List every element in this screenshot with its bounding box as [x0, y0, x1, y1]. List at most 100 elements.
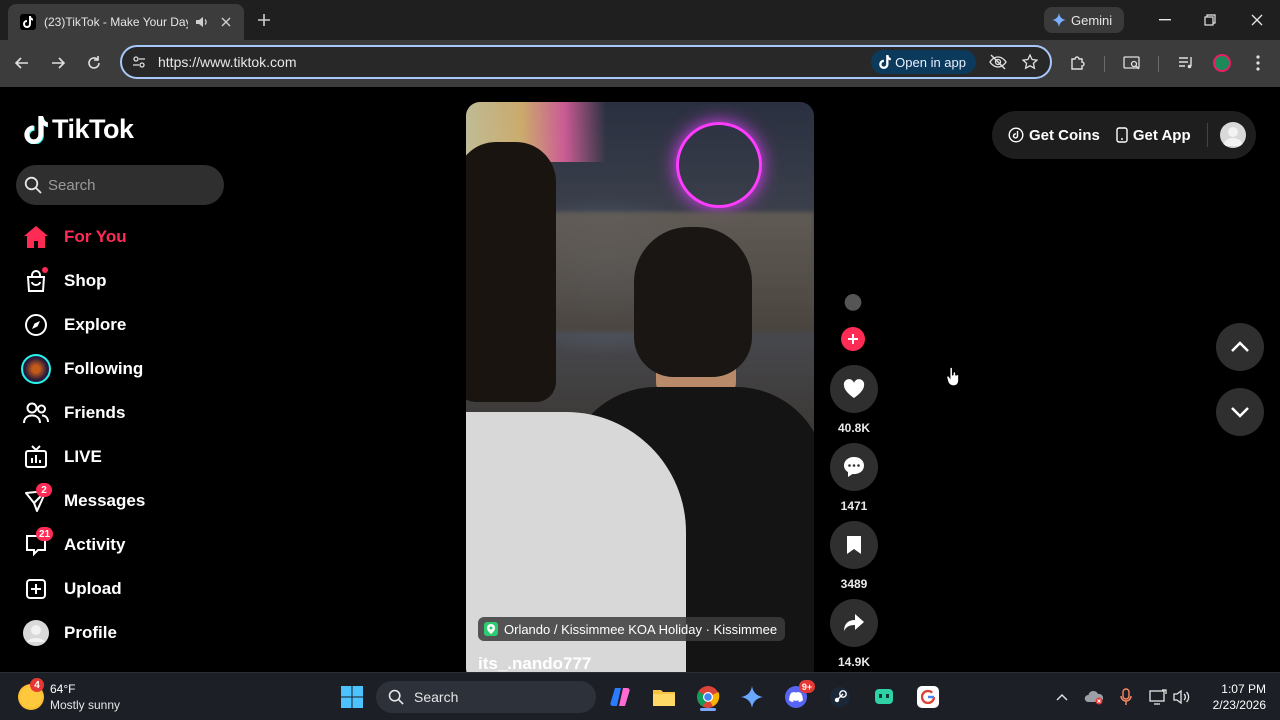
- toolbar-separator: [1158, 56, 1159, 72]
- gemini-button[interactable]: Gemini: [1044, 7, 1124, 33]
- share-action[interactable]: 14.9K: [830, 599, 878, 669]
- next-video-button[interactable]: [1216, 388, 1264, 436]
- open-in-app-button[interactable]: Open in app: [871, 50, 976, 74]
- sidebar-item-explore[interactable]: Explore: [20, 303, 230, 347]
- browser-tab[interactable]: (23)TikTok - Make Your Day: [8, 4, 244, 40]
- google-app-icon[interactable]: [912, 681, 944, 713]
- get-app-button[interactable]: Get App: [1116, 127, 1191, 144]
- bookmark-star-icon[interactable]: [1018, 50, 1042, 74]
- comment-action[interactable]: 1471: [830, 443, 878, 513]
- friends-icon: [20, 397, 52, 429]
- default-avatar-icon: [1222, 127, 1243, 146]
- tab-search-icon[interactable]: [1120, 51, 1144, 75]
- chevron-down-icon: [1231, 407, 1249, 418]
- video-player[interactable]: [466, 102, 814, 672]
- creator-avatar-image: [834, 291, 872, 329]
- forward-button[interactable]: [46, 51, 70, 75]
- discord-badge: 9+: [799, 680, 815, 693]
- creator-avatar[interactable]: [834, 291, 874, 351]
- follow-plus-button[interactable]: [841, 327, 865, 351]
- activity-badge: 21: [36, 527, 54, 541]
- tab-close-icon[interactable]: [216, 12, 236, 32]
- reload-icon: [88, 56, 100, 69]
- speaker-icon[interactable]: [192, 12, 212, 32]
- previous-video-button[interactable]: [1216, 323, 1264, 371]
- sidebar-nav: For You Shop Explore Following Friends L…: [20, 215, 230, 655]
- media-control-icon[interactable]: [1174, 51, 1198, 75]
- phone-icon: [1116, 127, 1128, 143]
- show-hidden-icons-chevron-up-icon[interactable]: [1050, 685, 1074, 709]
- onedrive-icon[interactable]: [1082, 685, 1106, 709]
- top-right-actions: Get Coins Get App: [992, 111, 1256, 159]
- file-explorer-icon[interactable]: [648, 681, 680, 713]
- get-coins-button[interactable]: Get Coins: [1008, 127, 1100, 144]
- system-clock[interactable]: 1:07 PM 2/23/2026: [1196, 681, 1266, 713]
- discord-icon[interactable]: 9+: [780, 680, 815, 713]
- toolbar-separator: [1104, 56, 1105, 72]
- sidebar-item-profile[interactable]: Profile: [20, 611, 230, 655]
- sidebar-item-shop[interactable]: Shop: [20, 259, 230, 303]
- share-button[interactable]: [830, 599, 878, 647]
- sidebar-item-live[interactable]: LIVE: [20, 435, 230, 479]
- browser-tab-bar: (23)TikTok - Make Your Day Gemini: [0, 0, 1280, 40]
- search-input[interactable]: [48, 176, 208, 194]
- copilot-icon[interactable]: [604, 681, 636, 713]
- volume-icon[interactable]: [1170, 685, 1194, 709]
- profile-avatar-icon[interactable]: [1210, 51, 1234, 75]
- hand-cursor-icon: [946, 366, 960, 392]
- gemini-taskbar-icon[interactable]: [736, 681, 768, 713]
- clock-time: 1:07 PM: [1221, 682, 1266, 696]
- notification-dot: [42, 267, 48, 273]
- more-menu-icon[interactable]: [1246, 51, 1270, 75]
- eye-off-icon[interactable]: [986, 50, 1010, 74]
- tiktok-wordmark: TikTok: [52, 114, 134, 144]
- restore-button[interactable]: [1198, 8, 1222, 32]
- chat-app-icon[interactable]: [868, 681, 900, 713]
- comment-count: 1471: [840, 499, 868, 513]
- like-button[interactable]: [830, 365, 878, 413]
- tiktok-logo[interactable]: TikTok: [24, 114, 134, 145]
- location-tag[interactable]: Orlando / Kissimmee KOA Holiday · Kissim…: [478, 617, 786, 641]
- plus-icon: [848, 334, 858, 344]
- site-info-icon[interactable]: [130, 53, 148, 71]
- new-tab-button[interactable]: [252, 8, 276, 32]
- sidebar-item-activity[interactable]: 21 Activity: [20, 523, 230, 567]
- sidebar-item-for-you[interactable]: For You: [20, 215, 230, 259]
- weather-badge: 4: [30, 678, 44, 692]
- like-count: 40.8K: [837, 421, 871, 435]
- weather-sun-icon: 4: [18, 678, 44, 710]
- video-scene-person-left: [466, 142, 556, 402]
- bookmark-icon: [847, 536, 861, 554]
- comment-bubble-icon: [844, 457, 864, 477]
- activity-chat-icon: 21: [20, 527, 54, 561]
- weather-widget[interactable]: 4 64°F Mostly sunny: [18, 678, 120, 713]
- video-scene-person-head: [634, 227, 752, 377]
- sidebar-item-following[interactable]: Following: [20, 347, 230, 391]
- minimize-button[interactable]: [1153, 8, 1177, 32]
- user-avatar[interactable]: [1219, 122, 1246, 148]
- address-bar[interactable]: https://www.tiktok.com Open in app: [120, 45, 1052, 79]
- extensions-puzzle-icon[interactable]: [1066, 51, 1090, 75]
- steam-icon[interactable]: [824, 681, 856, 713]
- chrome-icon[interactable]: [692, 681, 724, 713]
- search-box[interactable]: [16, 165, 224, 205]
- sidebar-item-upload[interactable]: Upload: [20, 567, 230, 611]
- home-icon: [20, 221, 52, 253]
- compass-icon: [20, 309, 52, 341]
- like-action[interactable]: 40.8K: [830, 365, 878, 435]
- reload-button[interactable]: [82, 51, 106, 75]
- tiktok-small-icon: [879, 55, 891, 69]
- taskbar-search[interactable]: Search: [376, 681, 596, 713]
- url-text[interactable]: https://www.tiktok.com: [158, 54, 871, 70]
- comment-button[interactable]: [830, 443, 878, 491]
- sidebar-item-messages[interactable]: 2 Messages: [20, 479, 230, 523]
- back-button[interactable]: [10, 51, 34, 75]
- close-window-button[interactable]: [1245, 8, 1269, 32]
- windows-start-icon[interactable]: [336, 681, 368, 713]
- microphone-icon[interactable]: [1114, 685, 1138, 709]
- save-button[interactable]: [830, 521, 878, 569]
- network-display-icon[interactable]: [1146, 685, 1170, 709]
- video-username[interactable]: its_.nando777: [478, 654, 591, 672]
- save-action[interactable]: 3489: [830, 521, 878, 591]
- sidebar-item-friends[interactable]: Friends: [20, 391, 230, 435]
